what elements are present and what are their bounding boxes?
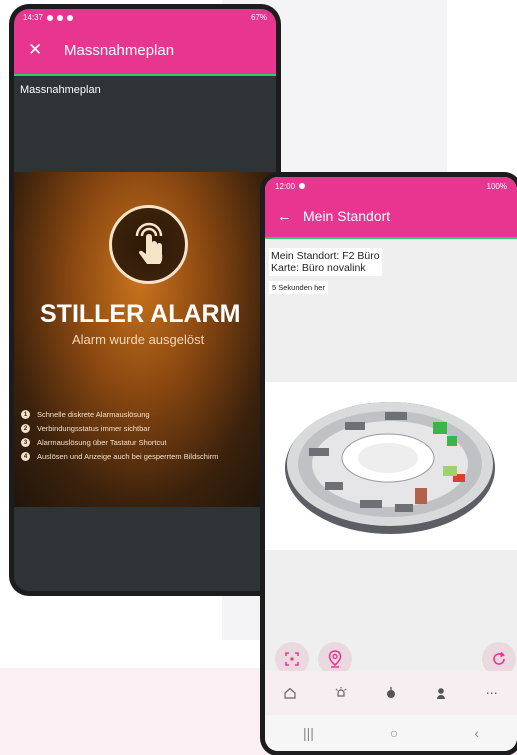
page-title: Mein Standort xyxy=(303,208,391,224)
location-info: Mein Standort: F2 Büro Karte: Büro noval… xyxy=(269,248,382,276)
battery-text: 67% xyxy=(250,13,267,22)
recent-apps-icon[interactable]: ||| xyxy=(303,725,314,741)
status-bar: 14:37 67% xyxy=(14,9,276,26)
location-label: Mein Standort: F2 Büro xyxy=(271,250,380,262)
phone-mein-standort: 12:00 100% ← Mein Standort Mein Standort… xyxy=(260,172,517,755)
status-time: 14:37 xyxy=(23,13,44,22)
alarm-bell-icon[interactable] xyxy=(326,686,356,700)
app-bar: ✕ Massnahmeplan xyxy=(14,26,276,76)
more-icon[interactable]: ⋯ xyxy=(477,686,507,700)
status-bar: 12:00 100% xyxy=(265,177,517,195)
notification-icon xyxy=(67,14,74,21)
back-arrow-icon[interactable]: ← xyxy=(277,208,299,225)
alarm-touch-icon xyxy=(109,205,188,284)
list-item: 2 Verbindungsstatus immer sichtbar xyxy=(21,424,218,433)
battery-text: 100% xyxy=(486,181,507,191)
alarm-subtitle: Alarm wurde ausgelöst xyxy=(72,332,205,347)
office-floor-map[interactable] xyxy=(265,382,517,550)
page-title: Massnahmeplan xyxy=(64,41,175,59)
list-item: 4 Auslösen und Anzeige auch bei gesperrte… xyxy=(21,452,218,461)
feature-list: 1 Schnelle diskrete Alarmauslösung 2 Verbi… xyxy=(21,410,218,466)
back-icon[interactable]: ‹ xyxy=(474,725,479,741)
status-time: 12:00 xyxy=(275,181,296,191)
close-icon[interactable]: ✕ xyxy=(28,40,58,60)
alarm-title: STILLER ALARM xyxy=(40,300,241,328)
home-icon[interactable] xyxy=(275,686,305,700)
list-item: 3 Alarmauslösung über Tastatur Shortcut xyxy=(21,438,218,447)
phone-massnahmeplan: 14:37 67% ✕ Massnahmeplan Massnahmeplan … xyxy=(9,4,281,596)
bottom-navigation: ⋯ xyxy=(265,671,517,715)
system-navigation: ||| ○ ‹ xyxy=(265,715,517,751)
notification-icon xyxy=(57,14,64,21)
map-label: Karte: Büro novalink xyxy=(271,262,366,274)
notification-icon xyxy=(47,14,54,21)
section-title: Massnahmeplan xyxy=(20,84,101,96)
list-item: 1 Schnelle diskrete Alarmauslösung xyxy=(21,410,218,419)
notification-icon xyxy=(299,183,306,189)
screen-mein-standort: 12:00 100% ← Mein Standort Mein Standort… xyxy=(265,177,517,751)
location-user-icon[interactable] xyxy=(376,686,406,700)
home-button-icon[interactable]: ○ xyxy=(390,725,398,741)
timestamp: 5 Sekunden her xyxy=(269,281,328,294)
screen-massnahmeplan: 14:37 67% ✕ Massnahmeplan Massnahmeplan … xyxy=(14,9,276,591)
app-bar: ← Mein Standort xyxy=(265,195,517,239)
silent-alarm-banner: STILLER ALARM Alarm wurde ausgelöst 1 Sch… xyxy=(14,172,276,507)
contact-icon[interactable] xyxy=(426,686,456,700)
